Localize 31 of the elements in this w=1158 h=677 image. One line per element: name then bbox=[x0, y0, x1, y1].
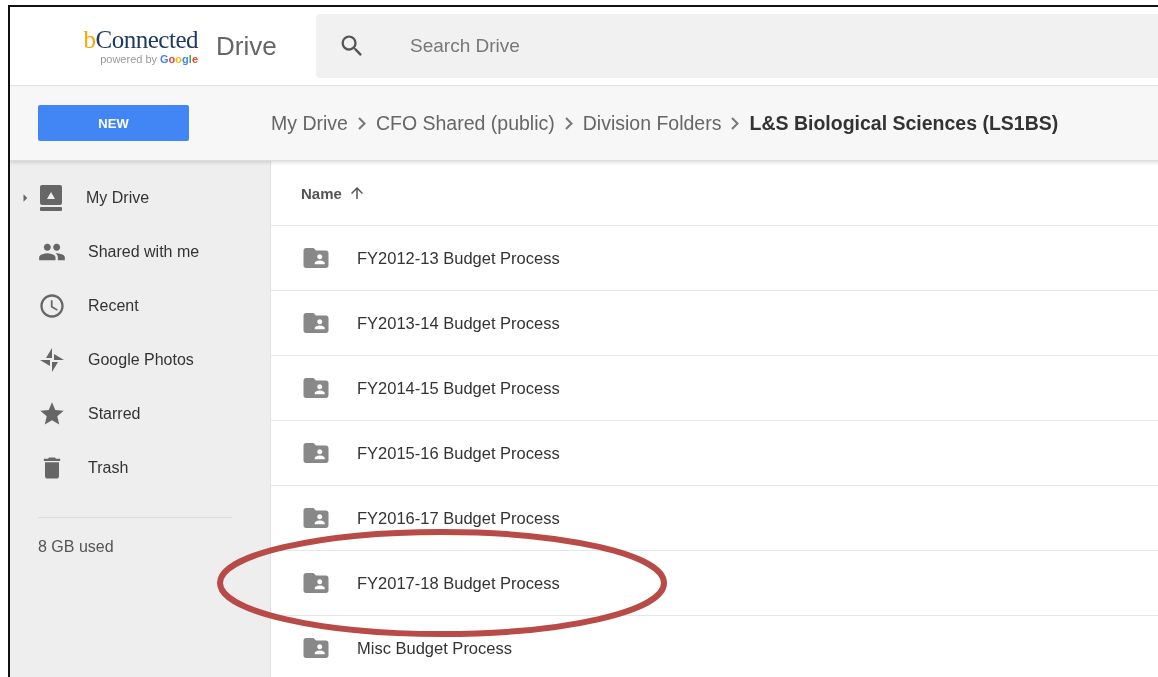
sidebar-item[interactable]: Trash bbox=[10, 441, 270, 495]
breadcrumb-item[interactable]: Division Folders bbox=[582, 111, 722, 135]
breadcrumb-item[interactable]: My Drive bbox=[271, 111, 348, 135]
logo: bConnected bbox=[83, 27, 198, 53]
storage-usage: 8 GB used bbox=[38, 538, 115, 556]
chevron-icon bbox=[357, 116, 366, 130]
folder-row[interactable]: FY2015-16 Budget Process bbox=[271, 421, 1158, 486]
sidebar-item[interactable]: My Drive bbox=[10, 171, 270, 225]
search-field[interactable]: Search Drive bbox=[408, 34, 657, 58]
folder-row[interactable]: FY2017-18 Budget Process bbox=[271, 551, 1158, 616]
clock-icon bbox=[38, 292, 66, 320]
folder-row[interactable]: FY2014-15 Budget Process bbox=[271, 356, 1158, 421]
chevron-icon bbox=[564, 116, 573, 130]
drive-icon bbox=[38, 184, 64, 212]
logo-tagline: powered by bbox=[100, 53, 158, 65]
folder-row[interactable]: Misc Budget Process bbox=[271, 616, 1158, 677]
folder-row[interactable]: FY2013-14 Budget Process bbox=[271, 291, 1158, 356]
chevron-icon bbox=[731, 116, 740, 130]
breadcrumb-item[interactable]: CFO Shared (public) bbox=[375, 111, 555, 135]
sidebar-item[interactable]: Recent bbox=[10, 279, 270, 333]
folder-row[interactable]: FY2012-13 Budget Process bbox=[271, 226, 1158, 291]
app-name: Drive bbox=[216, 30, 278, 62]
pinwheel-icon bbox=[38, 346, 66, 374]
sidebar-item[interactable]: Shared with me bbox=[10, 225, 270, 279]
sidebar-item[interactable]: Starred bbox=[10, 387, 270, 441]
new-button[interactable]: NEW bbox=[38, 105, 189, 141]
column-header[interactable]: Name bbox=[301, 184, 366, 202]
breadcrumb-item[interactable]: L&S Biological Sciences (LS1BS) bbox=[749, 111, 1059, 135]
folder-row[interactable]: FY2016-17 Budget Process bbox=[271, 486, 1158, 551]
logo-brand: Google bbox=[160, 53, 198, 65]
sidebar-item[interactable]: Google Photos bbox=[10, 333, 270, 387]
